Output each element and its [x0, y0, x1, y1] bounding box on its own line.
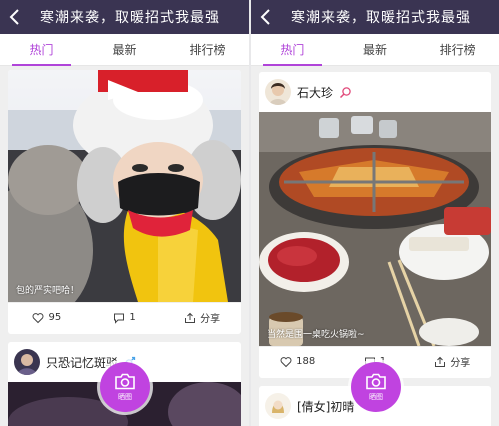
share-button[interactable]: 分享 [163, 310, 241, 325]
chevron-left-icon [260, 9, 270, 25]
share-label: 分享 [200, 314, 221, 325]
tab-bar: 热门 最新 排行榜 [0, 34, 249, 66]
right-screen: 寒潮来袭，取暖招式我最强 热门 最新 排行榜 石大珍 当然是围一桌吃火锅啦~ 1… [251, 0, 499, 426]
like-button[interactable]: 188 [259, 356, 336, 368]
like-count: 188 [296, 356, 316, 367]
tab-hot[interactable]: 热门 [251, 34, 334, 66]
tab-latest[interactable]: 最新 [83, 34, 166, 65]
heart-icon [280, 356, 292, 367]
comment-button[interactable]: 1 [86, 312, 164, 324]
camera-button-label: 晒图 [369, 392, 383, 401]
comment-icon [114, 313, 125, 324]
post-actions: 95 1 分享 [8, 302, 241, 332]
hotpot-image [259, 112, 491, 346]
camera-button-label: 晒图 [118, 392, 132, 401]
tab-ranking[interactable]: 排行榜 [166, 34, 249, 65]
chevron-left-icon [9, 9, 19, 25]
post-caption: 当然是围一桌吃火锅啦~ [267, 330, 365, 340]
post-caption: 包的严实吧哈！ [16, 286, 80, 296]
title-bar: 寒潮来袭，取暖招式我最强 [251, 0, 499, 34]
search-icon [339, 86, 351, 98]
back-button[interactable] [0, 0, 28, 34]
share-icon [435, 356, 446, 367]
avatar[interactable] [265, 393, 291, 419]
heart-icon [32, 312, 44, 323]
avatar[interactable] [265, 79, 291, 105]
tab-hot[interactable]: 热门 [0, 34, 83, 66]
back-button[interactable] [251, 0, 279, 34]
post-card[interactable]: 石大珍 当然是围一桌吃火锅啦~ 188 1 分享 [259, 72, 491, 378]
like-count: 95 [48, 312, 62, 323]
tab-bar: 热门 最新 排行榜 [251, 34, 499, 66]
page-title: 寒潮来袭，取暖招式我最强 [40, 10, 220, 26]
camera-post-button[interactable]: 晒图 [100, 362, 150, 412]
left-screen: 寒潮来袭，取暖招式我最强 热门 最新 排行榜 包的严实吧哈！ 95 1 分享 只… [0, 0, 249, 426]
user-avatar-image [265, 393, 291, 419]
camera-icon [366, 373, 386, 389]
tab-ranking[interactable]: 排行榜 [416, 34, 499, 65]
post-user-row: 石大珍 [259, 72, 491, 112]
username[interactable]: 石大珍 [297, 84, 333, 101]
share-icon [185, 312, 196, 323]
tab-latest[interactable]: 最新 [334, 34, 417, 65]
avatar[interactable] [14, 349, 40, 375]
camera-post-button[interactable]: 晒图 [351, 362, 401, 412]
post-card[interactable]: 包的严实吧哈！ 95 1 分享 [8, 70, 241, 334]
snow-selfie-image [8, 70, 241, 302]
comment-count: 1 [129, 312, 136, 323]
title-bar: 寒潮来袭，取暖招式我最强 [0, 0, 249, 34]
page-title: 寒潮来袭，取暖招式我最强 [291, 10, 471, 26]
camera-icon [115, 373, 135, 389]
share-label: 分享 [450, 358, 471, 369]
user-avatar-image [265, 79, 291, 105]
user-avatar-image [14, 349, 40, 375]
username[interactable]: [倩女]初晴 [297, 398, 354, 415]
like-button[interactable]: 95 [8, 312, 86, 324]
post-photo[interactable]: 当然是围一桌吃火锅啦~ [259, 112, 491, 346]
share-button[interactable]: 分享 [414, 354, 491, 369]
post-photo[interactable]: 包的严实吧哈！ [8, 70, 241, 302]
